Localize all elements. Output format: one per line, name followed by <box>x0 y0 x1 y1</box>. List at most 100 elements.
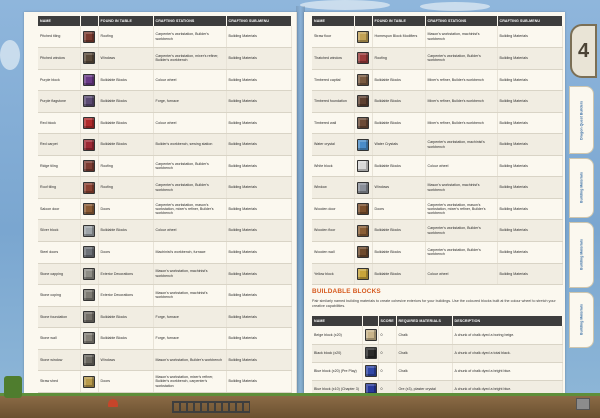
cell-name: Silver block <box>38 219 81 242</box>
cell-description: A chunk of chalk dyed a boring beige. <box>452 326 563 345</box>
block-icon <box>83 224 95 237</box>
block-icon <box>83 310 95 323</box>
cell-table: Doors <box>98 241 154 264</box>
cell-table: Buildable Blocks <box>98 327 154 350</box>
item-icon-cell <box>354 155 373 178</box>
item-icon-cell <box>80 69 99 92</box>
chapter-badge: 4 <box>570 24 597 78</box>
item-icon-cell <box>362 362 379 381</box>
cell-name: Timbered foundation <box>312 90 355 113</box>
cloud <box>300 0 390 10</box>
table-row: Stone wall Buildable Blocks Forge, furnace… <box>38 327 292 350</box>
cell-stations: Carpenter's workstation, mixer's refiner… <box>153 47 227 70</box>
table-row: Stone foundation Buildable Blocks Forge, f… <box>38 306 292 329</box>
cell-stations: Mixer's refiner, Builder's workbench <box>425 112 498 135</box>
cell-name: Red block <box>38 112 81 135</box>
block-icon <box>357 203 369 216</box>
col-header-description: DESCRIPTION <box>452 316 563 326</box>
block-icon <box>83 375 95 388</box>
cell-stations: Colour wheel <box>425 155 498 178</box>
block-icon <box>357 52 369 65</box>
block-icon <box>357 160 369 173</box>
cell-name: Wooden floor <box>312 219 355 242</box>
buildable-blocks-title: BUILDABLE BLOCKS <box>312 288 381 295</box>
tree-icon <box>4 376 22 398</box>
cell-stations: Carpenter's workstation, Builder's workb… <box>153 176 227 199</box>
cell-table: Homespun Block Modifiers <box>372 26 426 49</box>
block-icon <box>83 30 95 43</box>
item-icon-cell <box>80 26 99 49</box>
cell-stations: Colour wheel <box>153 69 227 92</box>
cell-table: Water Crystals <box>372 133 426 156</box>
table-row: Beige block (x20) 0 Chalk A chunk of chalk … <box>312 326 563 345</box>
cell-stations: Mixer's refiner, Builder's workbench <box>425 90 498 113</box>
table-header-row: NAME FOUND IN TABLE CRAFTING STATIONS CR… <box>38 16 292 26</box>
cell-table: Buildable Blocks <box>372 69 426 92</box>
item-icon-cell <box>80 284 99 307</box>
mushroom-icon <box>108 399 118 407</box>
cell-name: Stone capping <box>38 263 81 286</box>
col-header-stations: CRAFTING STATIONS <box>153 16 227 26</box>
cell-name: Red carpet <box>38 133 81 156</box>
cell-stations: Carpenter's workstation, Builder's workb… <box>425 47 498 70</box>
table-row: Thatched window Roofing Carpenter's workst… <box>312 47 563 70</box>
table-row: Straw shed Doors Mason's workstation, mixe… <box>38 370 292 393</box>
cell-table: Exterior Decorations <box>98 263 154 286</box>
cell-name: Purple flagstone <box>38 90 81 113</box>
block-icon <box>83 73 95 86</box>
block-icon <box>83 267 95 280</box>
item-icon-cell <box>362 344 379 363</box>
cell-name: Stone window <box>38 349 81 372</box>
table-header-row: NAME FOUND IN TABLE CRAFTING STATIONS CR… <box>312 16 563 26</box>
cloud <box>0 40 20 70</box>
item-icon-cell <box>80 47 99 70</box>
col-header-found: FOUND IN TABLE <box>98 16 154 26</box>
cell-sub_menu: Building Materials <box>226 90 292 113</box>
table-row: Roof tiling Roofing Carpenter's workstatio… <box>38 176 292 199</box>
cell-table: Windows <box>98 349 154 372</box>
block-icon <box>83 138 95 151</box>
cell-stations: Carpenter's workstation, Builder's workb… <box>425 241 498 264</box>
block-icon <box>357 95 369 108</box>
fence-icon <box>172 401 250 413</box>
block-icon <box>357 246 369 259</box>
block-icon <box>83 116 95 129</box>
cell-stations: Forge, furnace <box>153 327 227 350</box>
block-icon <box>364 328 377 341</box>
col-header-icon <box>362 316 379 326</box>
item-icon-cell <box>354 133 373 156</box>
table-row: Wooden wall Buildable Blocks Carpenter's w… <box>312 241 563 264</box>
cell-table: Buildable Blocks <box>372 241 426 264</box>
cell-sub_menu: Building Materials <box>226 327 292 350</box>
table-row: Wooden door Doors Carpenter's workstation,… <box>312 198 563 221</box>
cell-table: Roofing <box>98 176 154 199</box>
table-row: Timbered capital Buildable Blocks Mixer's … <box>312 69 563 92</box>
item-icon-cell <box>80 198 99 221</box>
item-icon-cell <box>80 349 99 372</box>
cell-table: Doors <box>372 198 426 221</box>
buildable-blocks-intro: Pair similarly named building materials … <box>312 299 556 309</box>
col-header-name: NAME <box>38 16 81 26</box>
cell-sub_menu: Building Materials <box>226 349 292 372</box>
cell-name: Window <box>312 176 355 199</box>
block-icon <box>83 203 95 216</box>
cell-sub_menu: Building Materials <box>226 47 292 70</box>
cell-sub_menu: Building Materials <box>226 176 292 199</box>
block-icon <box>357 224 369 237</box>
cell-name: Thatched window <box>312 47 355 70</box>
cloud <box>420 2 490 11</box>
block-icon <box>83 289 95 302</box>
left-page: NAME FOUND IN TABLE CRAFTING STATIONS CR… <box>24 12 297 394</box>
cell-stations: Carpenter's workstation, Builder's workb… <box>153 155 227 178</box>
block-icon <box>357 116 369 129</box>
block-icon <box>364 347 377 359</box>
cell-stations: Colour wheel <box>153 112 227 135</box>
block-icon <box>83 160 95 173</box>
table-row: Stone window Windows Mason's workstation, … <box>38 349 292 372</box>
cell-table: Doors <box>98 370 154 393</box>
table-row: Straw floor Homespun Block Modifiers Mason… <box>312 26 563 49</box>
table-row: Timbered wall Buildable Blocks Mixer's ref… <box>312 112 563 135</box>
side-tab-3: Building Materials <box>569 222 594 288</box>
cell-sub_menu: Building Materials <box>226 198 292 221</box>
cell-table: Windows <box>98 47 154 70</box>
